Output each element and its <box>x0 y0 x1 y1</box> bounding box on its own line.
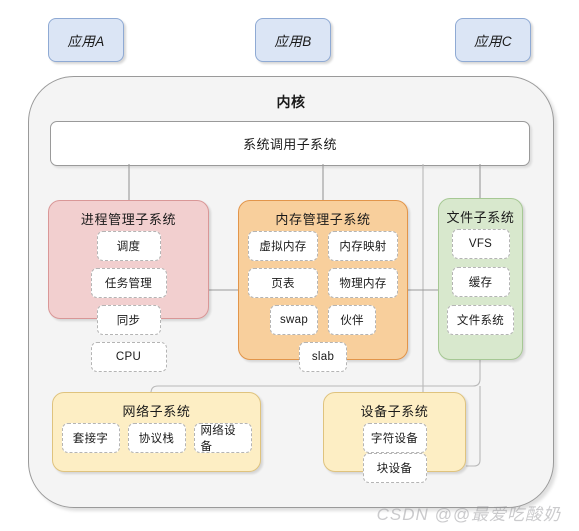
chip-sync: 同步 <box>96 305 161 335</box>
chip-swap: swap <box>270 305 318 335</box>
device-subsystem-title: 设备子系统 <box>360 404 429 419</box>
chip-socket: 套接字 <box>61 423 120 453</box>
chip-char-device: 字符设备 <box>362 423 427 453</box>
diagram-canvas: 应用A 应用B 应用C 内核 系统调用子系统 进程管理子系统 调度 任务管理 同… <box>0 0 579 531</box>
process-subsystem-items: 调度 任务管理 同步 CPU <box>49 231 208 372</box>
chip-memory-mapping: 内存映射 <box>328 231 398 261</box>
chip-page-table: 页表 <box>248 268 318 298</box>
file-subsystem-group: 文件子系统 VFS 缓存 文件系统 <box>438 198 523 360</box>
chip-buddy: 伙伴 <box>328 305 376 335</box>
syscall-subsystem-box: 系统调用子系统 <box>50 121 530 166</box>
chip-protocol-stack: 协议栈 <box>127 423 186 453</box>
memory-subsystem-items: 虚拟内存 内存映射 页表 物理内存 swap 伙伴 slab <box>239 231 407 372</box>
network-subsystem-title: 网络子系统 <box>122 404 191 419</box>
device-subsystem-items: 字符设备 块设备 <box>324 423 465 483</box>
device-subsystem-group: 设备子系统 字符设备 块设备 <box>323 392 466 483</box>
memory-subsystem-title: 内存管理子系统 <box>275 212 371 227</box>
chip-slab: slab <box>299 342 347 372</box>
chip-block-device: 块设备 <box>362 453 427 483</box>
chip-cpu: CPU <box>90 342 167 372</box>
process-subsystem-group: 进程管理子系统 调度 任务管理 同步 CPU <box>48 200 209 372</box>
app-box-b-label: 应用B <box>274 34 312 49</box>
memory-subsystem-group: 内存管理子系统 虚拟内存 内存映射 页表 物理内存 swap 伙伴 slab <box>238 200 408 372</box>
app-box-c-label: 应用C <box>474 34 512 49</box>
process-subsystem-title: 进程管理子系统 <box>80 212 177 227</box>
csdn-watermark: CSDN @@最爱吃酸奶 <box>376 505 561 524</box>
chip-virtual-memory: 虚拟内存 <box>248 231 318 261</box>
chip-scheduling: 调度 <box>96 231 161 261</box>
chip-cache: 缓存 <box>451 267 510 297</box>
network-subsystem-items: 套接字 协议栈 网络设备 <box>53 423 260 463</box>
app-box-c: 应用C <box>455 18 531 62</box>
app-box-b: 应用B <box>255 18 331 62</box>
chip-filesystem: 文件系统 <box>447 305 514 335</box>
chip-physical-memory: 物理内存 <box>328 268 398 298</box>
kernel-title: 内核 <box>276 94 306 110</box>
app-box-a: 应用A <box>48 18 124 62</box>
chip-network-device: 网络设备 <box>193 423 252 453</box>
file-subsystem-title: 文件子系统 <box>446 210 515 225</box>
file-subsystem-items: VFS 缓存 文件系统 <box>439 229 522 351</box>
syscall-subsystem-label: 系统调用子系统 <box>243 137 337 152</box>
network-subsystem-group: 网络子系统 套接字 协议栈 网络设备 <box>52 392 261 472</box>
app-box-a-label: 应用A <box>67 34 105 49</box>
chip-task-management: 任务管理 <box>90 268 167 298</box>
chip-vfs: VFS <box>451 229 510 259</box>
